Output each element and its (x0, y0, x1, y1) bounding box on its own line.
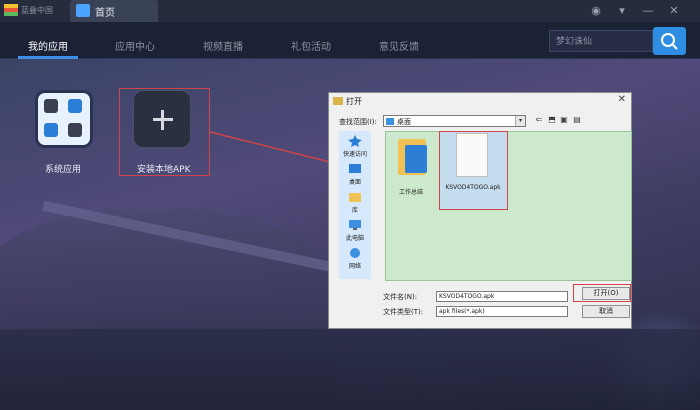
filetype-label: 文件类型(T): (383, 308, 424, 316)
nav-item-app-center[interactable]: 应用中心 (115, 38, 155, 53)
file-manager-icon (44, 123, 58, 137)
system-apps-button[interactable] (35, 90, 93, 148)
filetype-select[interactable]: apk files(*.apk) (436, 306, 568, 317)
search-icon (661, 33, 678, 50)
place-label: 网络 (348, 263, 361, 270)
library-icon (349, 193, 361, 202)
open-file-dialog: 打开 ✕ 查找范围(I): 桌面 ▾ ⇐ ⬒ ▣ ▤ 快速访问 桌面 库 此电脑… (328, 92, 632, 329)
look-in-value: 桌面 (397, 118, 411, 126)
star-icon (348, 135, 362, 147)
search-button[interactable] (653, 27, 686, 55)
apk-file-label: KSVOD4TOGO.apk (445, 184, 501, 191)
menu-icon[interactable]: ▾ (614, 3, 630, 19)
place-network[interactable]: 网络 (339, 247, 371, 270)
view-menu-icon[interactable]: ▤ (572, 115, 582, 125)
apk-button-highlight (119, 88, 210, 176)
place-label: 库 (351, 207, 358, 214)
camera-icon (68, 123, 82, 137)
file-icon (456, 133, 488, 177)
user-icon[interactable]: ◉ (588, 3, 604, 19)
close-icon[interactable]: ✕ (666, 3, 682, 19)
nav-item-my-apps[interactable]: 我的应用 (28, 38, 68, 53)
tab-home[interactable]: 首页 (70, 0, 158, 22)
places-bar: 快速访问 桌面 库 此电脑 网络 (339, 131, 371, 279)
dialog-close-icon[interactable]: ✕ (618, 94, 626, 105)
place-quick-access[interactable]: 快速访问 (339, 135, 371, 158)
cancel-button[interactable]: 取消 (582, 305, 630, 318)
tab-home-label: 首页 (95, 8, 115, 19)
up-folder-icon[interactable]: ⬒ (547, 115, 557, 125)
place-this-pc[interactable]: 此电脑 (339, 219, 371, 242)
network-icon (350, 248, 360, 258)
filename-field[interactable]: KSVOD4TOGO.apk (436, 291, 568, 302)
place-desktop[interactable]: 桌面 (339, 163, 371, 186)
bluestacks-logo-icon (4, 4, 18, 16)
folder-document-icon (405, 145, 427, 173)
place-label: 桌面 (348, 179, 361, 186)
system-apps-label: 系统应用 (45, 165, 82, 175)
title-bar: 蓝叠中国 首页 ◉ ▾ — ✕ (0, 0, 700, 22)
place-libraries[interactable]: 库 (339, 191, 371, 214)
look-in-select[interactable]: 桌面 ▾ (383, 115, 526, 127)
nav-item-gift-events[interactable]: 礼包活动 (291, 38, 331, 53)
desktop-icon (349, 164, 361, 173)
filename-label: 文件名(N): (383, 293, 418, 301)
dialog-title: 打开 (346, 97, 362, 106)
background-road (0, 329, 700, 410)
folder-work-summary-label: 工作总结 (399, 189, 424, 196)
new-folder-icon[interactable]: ▣ (559, 115, 569, 125)
place-label: 快速访问 (342, 151, 367, 158)
computer-icon (349, 220, 361, 230)
dialog-app-icon (333, 97, 343, 105)
nav-item-live-video[interactable]: 视频直播 (203, 38, 243, 53)
look-in-label: 查找范围(I): (339, 118, 377, 126)
chevron-down-icon: ▾ (515, 116, 525, 126)
search-placeholder: 梦幻诛仙 (556, 37, 593, 47)
back-icon[interactable]: ⇐ (534, 115, 544, 125)
open-button[interactable]: 打开(O) (582, 287, 630, 300)
home-icon (76, 4, 90, 17)
app-name: 蓝叠中国 (21, 6, 53, 15)
globe-icon (68, 99, 82, 113)
desktop-icon (386, 118, 394, 125)
minimize-icon[interactable]: — (640, 3, 656, 19)
place-label: 此电脑 (345, 235, 364, 242)
gear-icon (44, 99, 58, 113)
nav-item-feedback[interactable]: 意见反馈 (379, 38, 419, 53)
